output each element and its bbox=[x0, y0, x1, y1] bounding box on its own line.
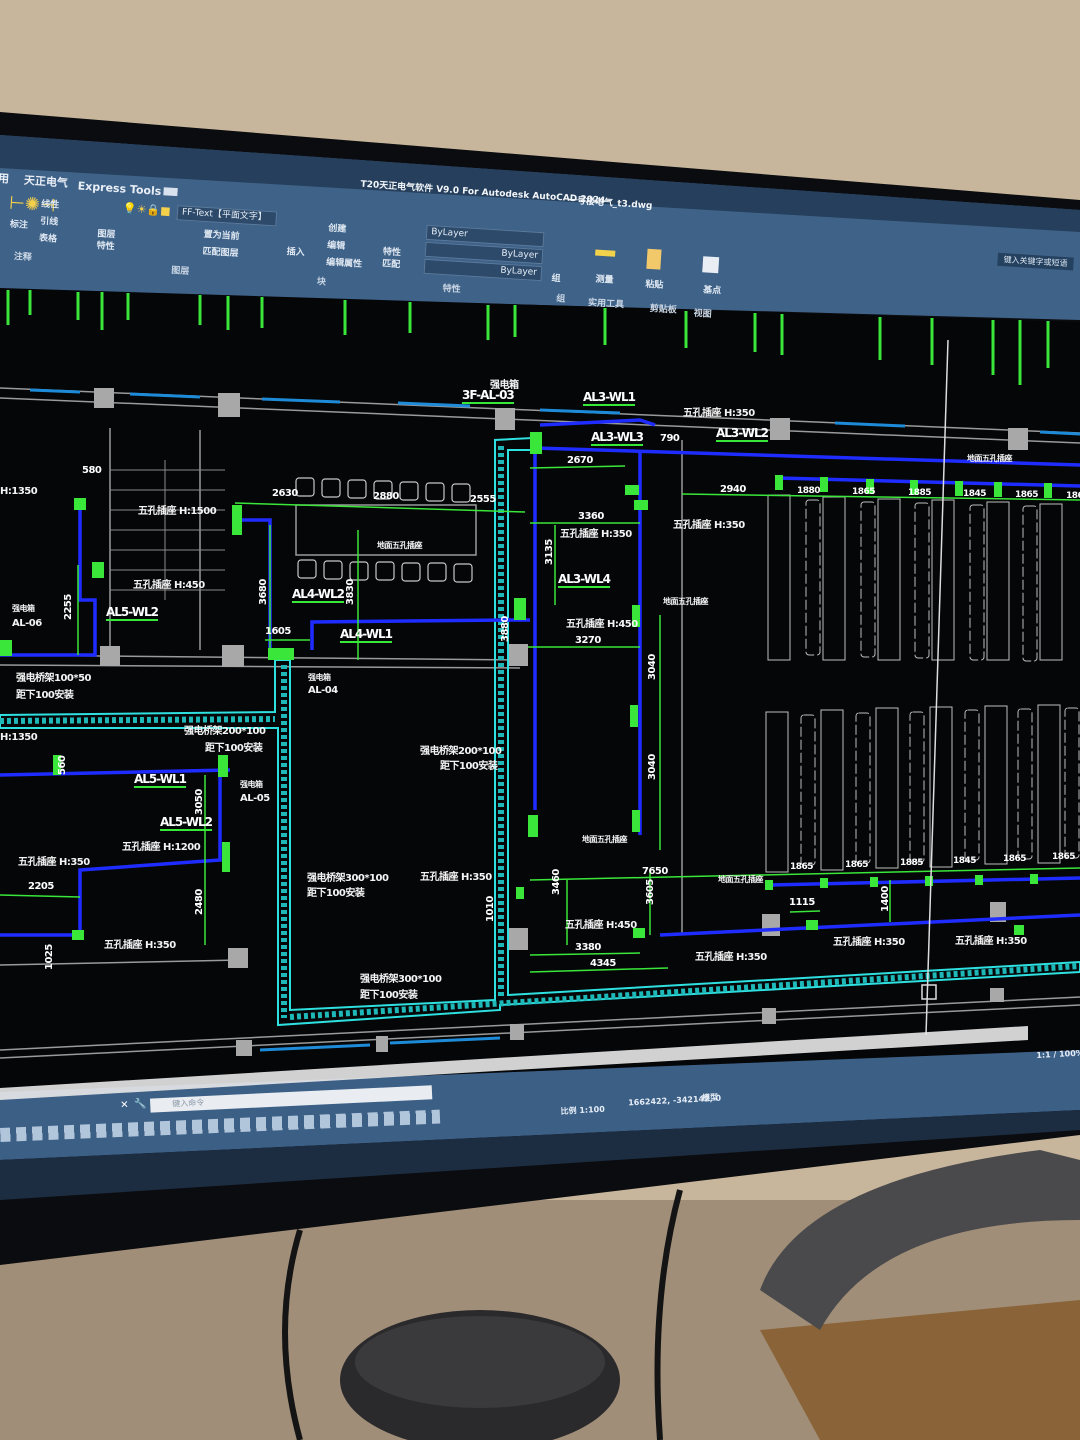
outlet-label: 五孔插座 H:350 bbox=[833, 937, 905, 948]
dimension-label: 3830 bbox=[345, 579, 356, 605]
dimension-label: 3360 bbox=[578, 511, 604, 522]
wrench-icon[interactable]: 🔧 bbox=[134, 1099, 147, 1111]
dimension-label: 2480 bbox=[194, 889, 205, 915]
row-dimension: 1865 bbox=[845, 860, 869, 870]
cable-tray-label: 强电桥架200*100 bbox=[184, 726, 266, 737]
annotation-scale[interactable]: 比例 1:100 bbox=[560, 1104, 605, 1117]
row-dimension: 1865 bbox=[1015, 490, 1039, 500]
outlet-label: 五孔插座 H:350 bbox=[18, 857, 90, 868]
row-dimension: 1885 bbox=[900, 858, 924, 868]
row-dimension: 1880 bbox=[797, 486, 821, 496]
row-dimension: 1865 bbox=[1052, 852, 1076, 862]
outlet-label: 五孔插座 H:350 bbox=[955, 936, 1027, 947]
cable-tray-note: 距下100安装 bbox=[16, 690, 74, 701]
dimension-label: 3880 bbox=[500, 616, 511, 642]
circuit-label: AL4-WL1 bbox=[340, 627, 393, 643]
dimension-label: 2205 bbox=[28, 881, 54, 892]
outlet-label: 五孔插座 H:350 bbox=[420, 872, 492, 883]
dimension-label: 3605 bbox=[645, 879, 656, 905]
circuit-label: AL3-WL4 bbox=[558, 572, 611, 588]
dimension-label: 1025 bbox=[44, 944, 55, 970]
model-space-button[interactable]: 模型 bbox=[702, 1092, 719, 1104]
dimension-label: 2670 bbox=[567, 455, 593, 466]
cable-tray-label: 强电桥架300*100 bbox=[360, 974, 442, 985]
dimension-label: 580 bbox=[82, 465, 102, 476]
outlet-label: 五孔插座 H:350 bbox=[673, 520, 745, 531]
dimension-label: 3380 bbox=[575, 942, 601, 953]
outlet-label: 五孔插座 H:450 bbox=[566, 619, 638, 630]
row-dimension: 1865 bbox=[1003, 854, 1027, 864]
dimension-label: 3135 bbox=[544, 539, 555, 565]
outlet-label: H:1350 bbox=[0, 486, 38, 497]
outlet-label: 五孔插座 H:450 bbox=[565, 920, 637, 931]
floor-outlet-label: 地面五孔插座 bbox=[967, 454, 1013, 463]
dimension-label: 7650 bbox=[642, 866, 668, 877]
dimension-label: 1115 bbox=[789, 897, 815, 908]
cable-tray-label: 强电桥架200*100 bbox=[420, 746, 502, 757]
row-dimension: 1885 bbox=[908, 488, 932, 498]
outlet-label: 五孔插座 H:1500 bbox=[138, 506, 217, 517]
dimension-label: 1010 bbox=[485, 896, 496, 922]
close-icon[interactable]: ✕ bbox=[120, 1100, 129, 1111]
panel-id-label: AL-04 bbox=[308, 685, 338, 696]
outlet-label: 五孔插座 H:1200 bbox=[122, 842, 201, 853]
cable-tray-note: 距下100安装 bbox=[360, 990, 418, 1001]
dimension-label: 3050 bbox=[194, 789, 205, 815]
photo-scene: 用 天正电气 Express Tools T20天正电气软件 V9.0 For … bbox=[0, 0, 1080, 1440]
floor-outlet-label: 地面五孔插座 bbox=[718, 875, 764, 884]
circuit-label: AL5-WL2 bbox=[160, 815, 213, 831]
cable-tray-label: 强电桥架100*50 bbox=[16, 673, 92, 684]
panel-id-label: AL-05 bbox=[240, 793, 270, 804]
circuit-label: AL3-WL2 bbox=[716, 426, 769, 442]
outlet-label: 五孔插座 H:350 bbox=[683, 408, 755, 419]
outlet-label: 五孔插座 H:450 bbox=[133, 580, 205, 591]
dimension-label: 2255 bbox=[63, 594, 74, 620]
floor-outlet-label: 地面五孔插座 bbox=[663, 597, 709, 606]
row-dimension: 1865 bbox=[1066, 491, 1080, 501]
dimension-label: 790 bbox=[660, 433, 680, 444]
panel-id-label: 3F-AL-03 bbox=[462, 388, 515, 404]
row-dimension: 1865 bbox=[790, 862, 814, 872]
panel-box-label: 强电箱 bbox=[12, 604, 35, 613]
circuit-label: AL5-WL2 bbox=[106, 605, 159, 621]
cable-tray-note: 距下100安装 bbox=[440, 761, 498, 772]
dimension-label: 560 bbox=[57, 755, 68, 775]
dimension-label: 3270 bbox=[575, 635, 601, 646]
dimension-label: 2940 bbox=[720, 484, 746, 495]
panel-box-label: 强电箱 bbox=[308, 673, 331, 682]
cable-tray-note: 距下100安装 bbox=[307, 888, 365, 899]
dimension-label: 1605 bbox=[265, 626, 291, 637]
dimension-label: 3040 bbox=[647, 754, 658, 780]
circuit-label: AL3-WL1 bbox=[583, 390, 636, 406]
dimension-label: 3680 bbox=[258, 579, 269, 605]
row-dimension: 1865 bbox=[852, 487, 876, 497]
outlet-label: H:1350 bbox=[0, 732, 38, 743]
drawing-labels: 强电箱 3F-AL-03 AL3-WL1 AL3-WL3 790 AL3-WL2… bbox=[0, 0, 1080, 1440]
outlet-label: 五孔插座 H:350 bbox=[104, 940, 176, 951]
circuit-label: AL4-WL2 bbox=[292, 587, 345, 603]
dimension-label: 4345 bbox=[590, 958, 616, 969]
dimension-label: 1400 bbox=[880, 886, 891, 912]
row-dimension: 1845 bbox=[963, 489, 987, 499]
floor-outlet-label: 地面五孔插座 bbox=[377, 541, 423, 550]
dimension-label: 3460 bbox=[551, 869, 562, 895]
cable-tray-label: 强电桥架300*100 bbox=[307, 873, 389, 884]
dimension-label: 3040 bbox=[647, 654, 658, 680]
outlet-label: 五孔插座 H:350 bbox=[695, 952, 767, 963]
panel-id-label: AL-06 bbox=[12, 618, 42, 629]
dimension-label: 2630 bbox=[272, 488, 298, 499]
outlet-label: 五孔插座 H:350 bbox=[560, 529, 632, 540]
circuit-label: AL3-WL3 bbox=[591, 430, 644, 446]
floor-outlet-label: 地面五孔插座 bbox=[582, 835, 628, 844]
circuit-label: AL5-WL1 bbox=[134, 772, 187, 788]
dimension-label: 2880 bbox=[373, 491, 399, 502]
dimension-label: 2555 bbox=[470, 494, 496, 505]
panel-box-label: 强电箱 bbox=[240, 780, 263, 789]
row-dimension: 1845 bbox=[953, 856, 977, 866]
cable-tray-note: 距下100安装 bbox=[205, 743, 263, 754]
